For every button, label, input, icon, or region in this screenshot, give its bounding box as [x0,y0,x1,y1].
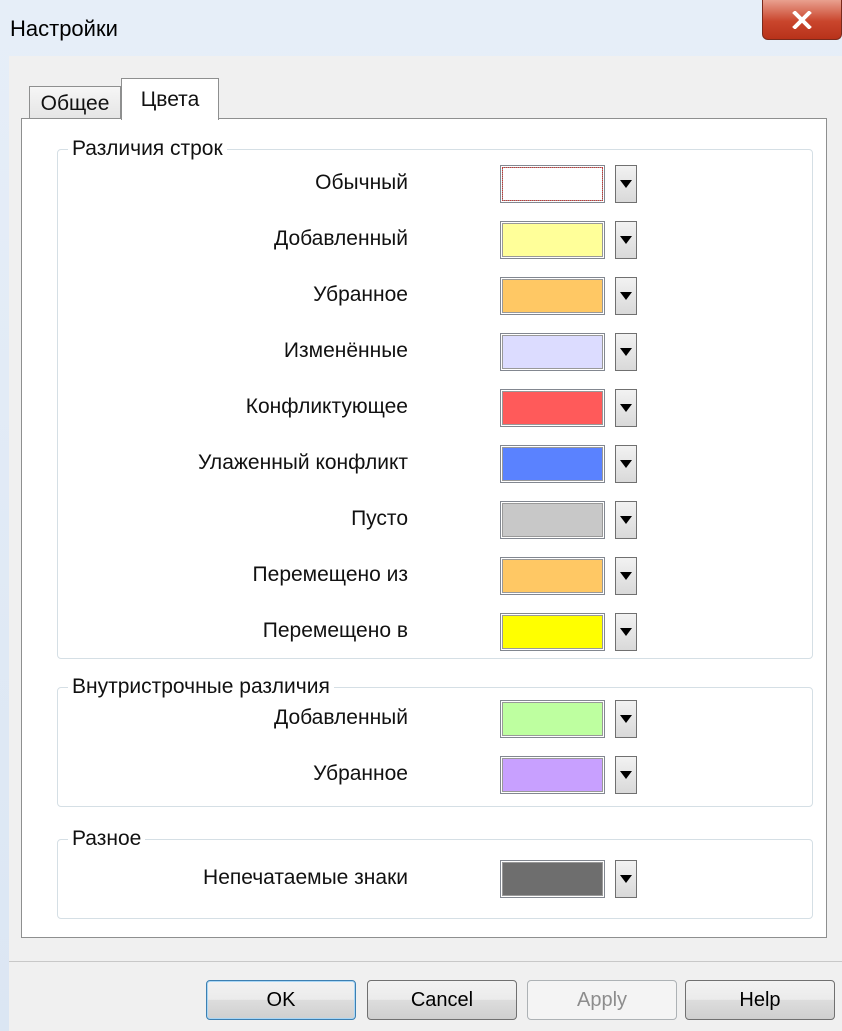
chevron-down-icon [620,516,632,524]
colors-tab-panel: Различия строк Обычный Добавленный Убран… [21,118,827,938]
color-picker-inline-removed[interactable] [500,756,645,794]
cancel-button[interactable]: Cancel [367,980,517,1020]
label-resolved-conflict: Улаженный конфликт [198,451,408,474]
settings-window: Настройки Общее Цвета Различия строк Обы… [0,0,842,1031]
color-swatch-resolved-conflict[interactable] [500,445,605,483]
color-picker-removed[interactable] [500,277,645,315]
color-swatch-normal[interactable] [500,165,605,203]
tab-colors-label: Цвета [140,87,200,111]
chevron-down-icon [620,875,632,883]
group-line-diffs: Различия строк Обычный Добавленный Убран… [57,137,813,659]
color-picker-moved-to[interactable] [500,613,645,651]
label-nonprintable: Непечатаемые знаки [203,866,408,889]
chevron-down-icon [620,572,632,580]
label-moved-to: Перемещено в [262,619,408,642]
color-swatch-moved-from[interactable] [500,557,605,595]
label-changed: Изменённые [283,339,408,362]
dropdown-button-removed[interactable] [615,277,637,315]
color-swatch-nonprintable[interactable] [500,860,605,898]
window-title: Настройки [10,16,118,41]
label-normal: Обычный [315,171,408,194]
color-swatch-added[interactable] [500,221,605,259]
dropdown-button-conflicted[interactable] [615,389,637,427]
color-picker-empty[interactable] [500,501,645,539]
label-inline-added: Добавленный [274,706,408,729]
color-picker-inline-added[interactable] [500,700,645,738]
color-picker-added[interactable] [500,221,645,259]
color-swatch-moved-to[interactable] [500,613,605,651]
label-removed: Убранное [313,283,408,306]
ok-button[interactable]: OK [206,980,356,1020]
color-picker-conflicted[interactable] [500,389,645,427]
chevron-down-icon [620,236,632,244]
color-picker-normal[interactable] [500,165,645,203]
tab-colors[interactable]: Цвета [121,78,219,120]
chevron-down-icon [620,628,632,636]
dropdown-button-empty[interactable] [615,501,637,539]
chevron-down-icon [620,771,632,779]
group-line-diffs-title: Различия строк [68,137,227,161]
color-picker-resolved-conflict[interactable] [500,445,645,483]
dropdown-button-inline-removed[interactable] [615,756,637,794]
color-picker-changed[interactable] [500,333,645,371]
group-inline-diffs-title: Внутристрочные различия [68,675,334,699]
apply-button[interactable]: Apply [527,980,677,1020]
group-misc: Разное Непечатаемые знаки [57,827,813,919]
chevron-down-icon [620,460,632,468]
color-swatch-inline-removed[interactable] [500,756,605,794]
chevron-down-icon [620,180,632,188]
label-inline-removed: Убранное [313,762,408,785]
dropdown-button-changed[interactable] [615,333,637,371]
dropdown-button-resolved-conflict[interactable] [615,445,637,483]
button-row-separator [9,961,842,962]
color-swatch-inline-added[interactable] [500,700,605,738]
dialog-client-area: Общее Цвета Различия строк Обычный Добав… [9,56,842,1031]
chevron-down-icon [620,348,632,356]
color-swatch-changed[interactable] [500,333,605,371]
color-swatch-removed[interactable] [500,277,605,315]
chevron-down-icon [620,292,632,300]
tab-general[interactable]: Общее [29,86,121,120]
color-swatch-conflicted[interactable] [500,389,605,427]
label-added: Добавленный [274,227,408,250]
dropdown-button-moved-to[interactable] [615,613,637,651]
close-button[interactable] [762,0,842,40]
color-swatch-empty[interactable] [500,501,605,539]
dropdown-button-moved-from[interactable] [615,557,637,595]
label-empty: Пусто [351,507,408,530]
dropdown-button-inline-added[interactable] [615,700,637,738]
chevron-down-icon [620,715,632,723]
group-misc-title: Разное [68,827,146,851]
title-bar[interactable]: Настройки [0,0,842,56]
color-picker-moved-from[interactable] [500,557,645,595]
group-inline-diffs: Внутристрочные различия Добавленный Убра… [57,675,813,807]
color-picker-nonprintable[interactable] [500,860,645,898]
chevron-down-icon [620,404,632,412]
dropdown-button-normal[interactable] [615,165,637,203]
label-conflicted: Конфликтующее [245,395,408,418]
help-button[interactable]: Help [685,980,835,1020]
tab-general-label: Общее [40,91,110,115]
close-icon [791,10,813,29]
label-moved-from: Перемещено из [252,563,408,586]
dropdown-button-added[interactable] [615,221,637,259]
dropdown-button-nonprintable[interactable] [615,860,637,898]
